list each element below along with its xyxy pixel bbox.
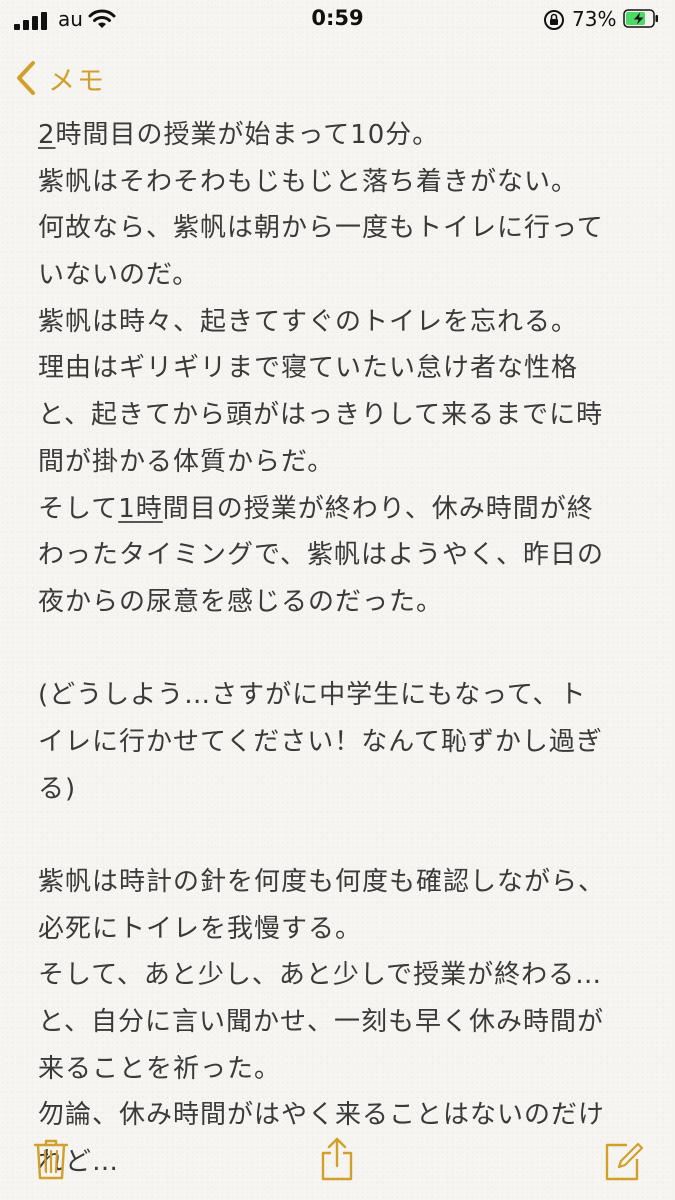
navigation-bar: メモ <box>0 48 675 108</box>
back-button[interactable]: メモ <box>14 56 106 100</box>
note-line: そして、あと少し、あと少しで授業が終わる… <box>38 960 603 991</box>
note-line: と、自分に言い聞かせ、一刻も早く休み時間が <box>38 1007 604 1038</box>
note-line: いないのだ。 <box>38 260 200 291</box>
compose-icon[interactable] <box>603 1136 643 1182</box>
battery-charging-icon <box>623 9 658 28</box>
note-line <box>38 626 648 673</box>
note-body[interactable]: 2時間目の授業が始まって10分。 紫帆はそわそわもじもじと落ち着きがない。 何故… <box>38 112 648 1186</box>
back-label: メモ <box>48 65 106 97</box>
chevron-left-icon <box>17 61 35 95</box>
note-line: 間が掛かる体質からだ。 <box>38 446 335 477</box>
bottom-toolbar <box>0 1130 675 1190</box>
note-line: イレに行かせてください！なんて恥ずかし過ぎ <box>38 726 603 757</box>
note-line: る) <box>38 773 77 804</box>
share-icon[interactable] <box>317 1136 357 1182</box>
note-line: 紫帆は時計の針を何度も何度も確認しながら、 <box>38 867 606 897</box>
note-line: 来ることを祈った。 <box>38 1053 282 1084</box>
note-line: 必死にトイレを我慢する。 <box>38 913 363 944</box>
note-line <box>38 812 648 859</box>
status-bar: au 0:59 73% <box>0 0 675 40</box>
underlined-text: 2 <box>38 120 56 150</box>
note-line: 何故なら、紫帆は朝から一度もトイレに行って <box>38 213 604 244</box>
note-line: 紫帆はそわそわもじもじと落ち着きがない。 <box>38 166 579 197</box>
battery-percent: 73% <box>572 7 617 31</box>
note-line: 2時間目の授業が始まって10分。 <box>38 112 648 159</box>
note-text: そして <box>38 493 119 524</box>
note-line: と、起きてから頭がはっきりして来るまでに時 <box>38 400 604 431</box>
orientation-lock-icon <box>544 10 564 30</box>
note-line: そして1時間目の授業が終わり、休み時間が終 <box>38 486 648 533</box>
note-line: わったタイミングで、紫帆はようやく、昨日の <box>38 540 604 571</box>
trash-icon[interactable] <box>31 1136 71 1182</box>
note-line: 理由はギリギリまで寝ていたい怠け者な性格 <box>38 353 579 384</box>
note-line: (どうしよう…さすがに中学生にもなって、ト <box>38 680 587 711</box>
note-line: 夜からの尿意を感じるのだった。 <box>38 586 444 617</box>
note-text: 時間目の授業が始まって10分。 <box>55 120 440 150</box>
underlined-text: 1時 <box>118 493 163 524</box>
note-text: 間目の授業が終わり、休み時間が終 <box>162 493 594 524</box>
note-line: 紫帆は時々、起きてすぐのトイレを忘れる。 <box>38 306 579 337</box>
